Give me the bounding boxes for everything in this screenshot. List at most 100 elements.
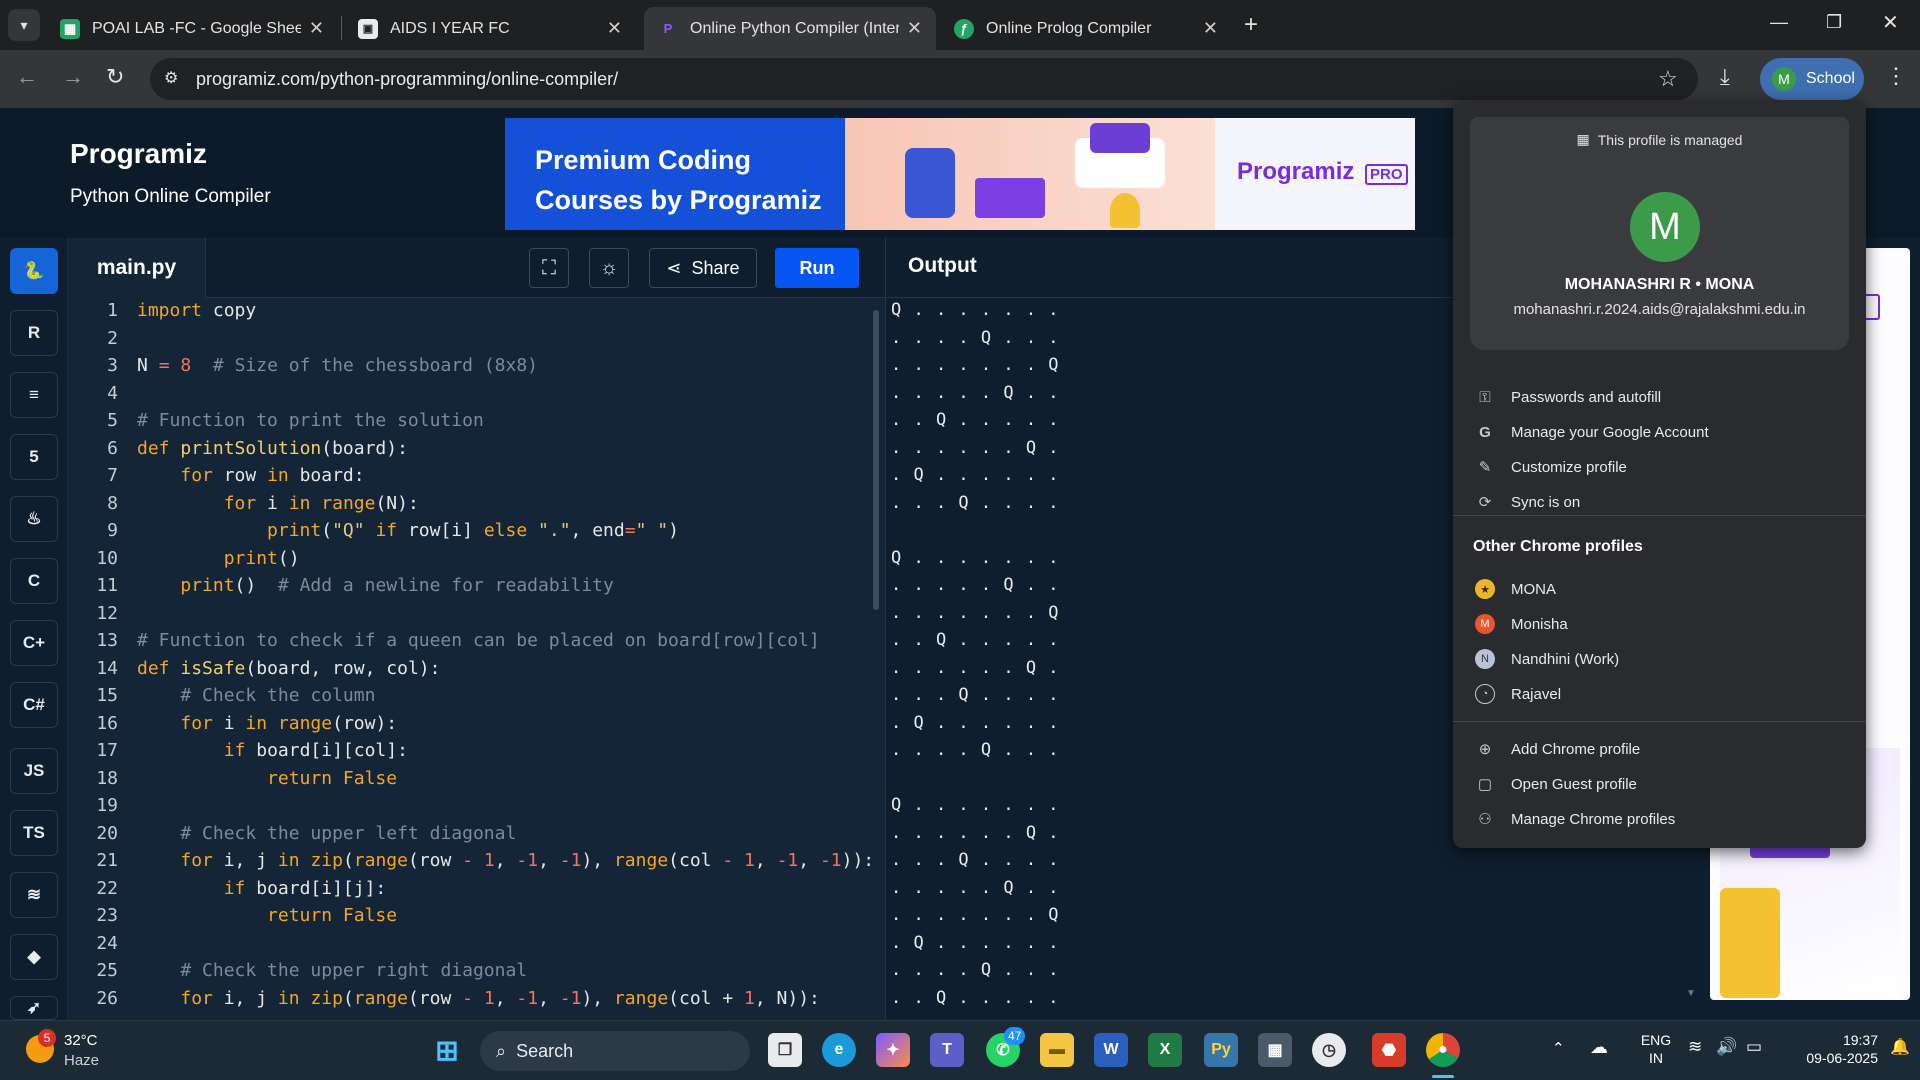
code-line[interactable]: return False — [137, 905, 397, 926]
windows-start-icon[interactable]: ⊞ — [430, 1033, 464, 1067]
code-line[interactable]: # Function to check if a queen can be pl… — [137, 630, 820, 651]
code-line[interactable]: # Check the column — [137, 685, 375, 706]
code-line[interactable]: print() — [137, 548, 300, 569]
chrome-icon[interactable]: ● — [1426, 1033, 1460, 1067]
programiz-logo[interactable]: Programiz — [70, 138, 207, 170]
menu-customize-profile[interactable]: ✎ Customize profile — [1475, 451, 1845, 483]
cpp-language-icon[interactable]: C+ — [10, 620, 58, 666]
profile-avatar-large[interactable]: M — [1630, 192, 1700, 262]
typescript-language-icon[interactable]: TS — [10, 810, 58, 856]
profile-item-nandhini[interactable]: N Nandhini (Work) — [1475, 643, 1845, 675]
tab-python-compiler[interactable]: P Online Python Compiler (Interp ✕ — [644, 7, 936, 50]
code-line[interactable]: # Check the upper left diagonal — [137, 823, 516, 844]
url-text[interactable]: programiz.com/python-programming/online-… — [196, 69, 618, 90]
battery-icon[interactable]: ▭ — [1746, 1037, 1762, 1057]
office-icon[interactable]: ⬣ — [1372, 1033, 1406, 1067]
code-line[interactable]: import copy — [137, 300, 256, 321]
menu-kebab-icon[interactable]: ⋮ — [1885, 63, 1907, 89]
code-line[interactable]: if board[i][col]: — [137, 740, 408, 761]
taskbar-search[interactable]: ⌕ Search — [480, 1031, 750, 1071]
javascript-language-icon[interactable]: JS — [10, 748, 58, 794]
teams-icon[interactable]: T — [930, 1033, 964, 1067]
clock[interactable]: 19:37 09-06-2025 — [1782, 1031, 1878, 1067]
file-tab[interactable]: main.py — [68, 238, 206, 298]
profile-item-mona[interactable]: ★ MONA — [1475, 573, 1845, 605]
tab-aids[interactable]: ▣ AIDS I YEAR FC ✕ — [344, 7, 636, 50]
swift-language-icon[interactable]: ➶ — [10, 996, 58, 1020]
file-explorer-icon[interactable]: ▬ — [1040, 1033, 1074, 1067]
profile-button[interactable]: M School — [1760, 58, 1864, 100]
code-line[interactable]: if board[i][j]: — [137, 878, 387, 899]
back-icon[interactable]: ← — [16, 64, 38, 90]
notification-bell-icon[interactable]: 🔔 — [1890, 1037, 1910, 1057]
code-line[interactable]: return False — [137, 768, 397, 789]
code-line[interactable]: for row in board: — [137, 465, 364, 486]
forward-icon[interactable]: → — [62, 64, 84, 90]
python-language-icon[interactable]: 🐍 — [10, 248, 58, 294]
code-line[interactable]: def isSafe(board, row, col): — [137, 658, 440, 679]
onedrive-icon[interactable]: ☁ — [1590, 1037, 1608, 1058]
tab-search-button[interactable]: ▾ — [8, 9, 40, 41]
code-editor[interactable]: 1 2 3 4 5 6 7 8 9 10 11 12 13 14 15 16 17 18 19 20 21 22 23 24 2… — [68, 298, 885, 1020]
profile-item-rajavel[interactable]: ◔ Rajavel — [1475, 678, 1845, 710]
word-icon[interactable]: W — [1094, 1033, 1128, 1067]
close-window-button[interactable]: ✕ — [1882, 10, 1899, 35]
close-icon[interactable]: ✕ — [907, 18, 922, 39]
python-idle-icon[interactable]: Py — [1204, 1033, 1238, 1067]
editor-scrollbar[interactable] — [873, 310, 879, 610]
share-button[interactable]: ⋖ Share — [649, 248, 757, 288]
menu-add-chrome-profile[interactable]: ⊕ Add Chrome profile — [1475, 733, 1845, 765]
go-language-icon[interactable]: ≋ — [10, 872, 58, 918]
sql-database-icon[interactable]: ≡ — [10, 372, 58, 418]
r-language-icon[interactable]: R — [10, 310, 58, 356]
code-line[interactable]: for i, j in zip(range(row - 1, -1, -1), … — [137, 988, 820, 1009]
menu-sync[interactable]: ⟳ Sync is on — [1475, 486, 1845, 518]
output-scroll-down-icon[interactable]: ▼ — [1686, 988, 1696, 999]
site-info-icon[interactable]: ⚙ — [164, 68, 178, 88]
weather-widget[interactable]: 5 32°C Haze — [22, 1029, 132, 1073]
menu-manage-chrome-profiles[interactable]: ⚇ Manage Chrome profiles — [1475, 803, 1845, 835]
restore-button[interactable]: ❐ — [1826, 12, 1842, 33]
ad-banner[interactable]: Premium Coding Courses by Programiz Prog… — [505, 118, 1415, 230]
new-tab-button[interactable]: + — [1244, 11, 1258, 39]
fullscreen-icon[interactable]: ⛶ — [529, 248, 569, 288]
code-line[interactable]: print() # Add a newline for readability — [137, 575, 614, 596]
profile-item-monisha[interactable]: M Monisha — [1475, 608, 1845, 640]
clock-app-icon[interactable]: ◷ — [1312, 1033, 1346, 1067]
code-line[interactable]: def printSolution(board): — [137, 438, 408, 459]
tab-prolog[interactable]: ƒ Online Prolog Compiler ✕ — [940, 7, 1232, 50]
calculator-icon[interactable]: ▦ — [1258, 1033, 1292, 1067]
menu-manage-google-account[interactable]: G Manage your Google Account — [1475, 416, 1845, 448]
run-button[interactable]: Run — [775, 248, 859, 288]
download-icon[interactable]: ⤓ — [1720, 64, 1730, 90]
minimize-button[interactable]: — — [1770, 12, 1788, 33]
code-line[interactable]: for i in range(row): — [137, 713, 397, 734]
html-language-icon[interactable]: 5 — [10, 434, 58, 480]
close-icon[interactable]: ✕ — [607, 18, 622, 39]
task-view-icon[interactable]: ❐ — [768, 1033, 802, 1067]
code-line[interactable]: N = 8 # Size of the chessboard (8x8) — [137, 355, 538, 376]
show-hidden-icons[interactable]: ⌃ — [1552, 1039, 1565, 1057]
copilot-icon[interactable]: ✦ — [876, 1033, 910, 1067]
code-line[interactable]: for i, j in zip(range(row - 1, -1, -1), … — [137, 850, 874, 871]
java-language-icon[interactable]: ♨ — [10, 496, 58, 542]
csharp-language-icon[interactable]: C# — [10, 682, 58, 728]
edge-icon[interactable]: e — [822, 1033, 856, 1067]
bookmark-star-icon[interactable]: ☆ — [1658, 66, 1678, 92]
close-icon[interactable]: ✕ — [309, 18, 324, 39]
excel-icon[interactable]: X — [1148, 1033, 1182, 1067]
theme-toggle-icon[interactable]: ☼ — [589, 248, 629, 288]
volume-icon[interactable]: 🔊 — [1716, 1037, 1737, 1057]
menu-open-guest-profile[interactable]: ▢ Open Guest profile — [1475, 768, 1845, 800]
php-language-icon[interactable]: ◆ — [10, 934, 58, 980]
close-icon[interactable]: ✕ — [1203, 18, 1218, 39]
code-line[interactable]: # Check the upper right diagonal — [137, 960, 527, 981]
code-line[interactable]: print("Q" if row[i] else ".", end=" ") — [137, 520, 679, 541]
code-line[interactable]: for i in range(N): — [137, 493, 419, 514]
address-bar[interactable]: ⚙ programiz.com/python-programming/onlin… — [150, 58, 1698, 100]
c-language-icon[interactable]: C — [10, 558, 58, 604]
wifi-icon[interactable]: ≋ — [1688, 1037, 1702, 1057]
reload-icon[interactable]: ↻ — [106, 64, 124, 90]
tab-sheets[interactable]: ▦ POAI LAB -FC - Google Sheets ✕ — [46, 7, 338, 50]
language-indicator[interactable]: ENG IN — [1636, 1031, 1676, 1067]
